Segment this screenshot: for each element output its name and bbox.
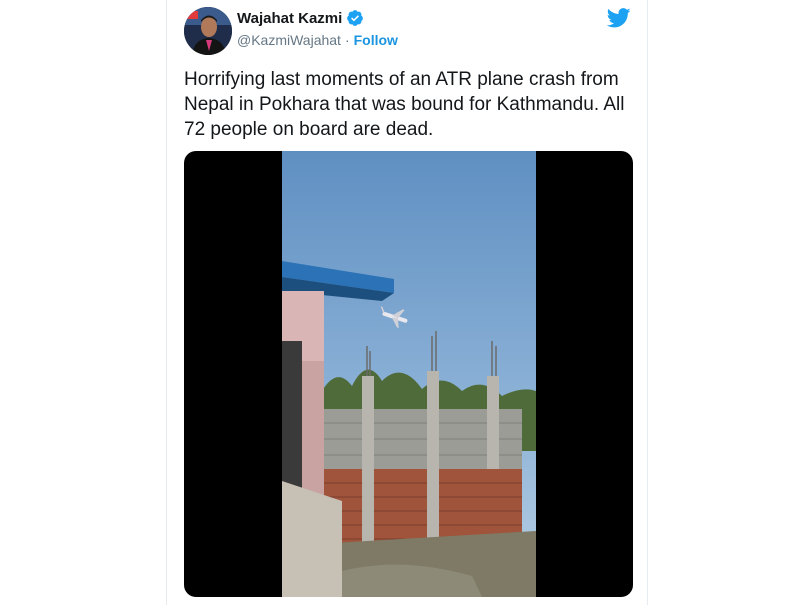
verified-badge-icon xyxy=(347,10,364,26)
separator-dot: · xyxy=(344,32,350,48)
author-name[interactable]: Wajahat Kazmi xyxy=(237,10,342,27)
tweet-card: Wajahat Kazmi @KazmiWajahat · Follow Hor… xyxy=(166,0,648,605)
video-player[interactable] xyxy=(184,151,633,597)
twitter-bird-icon[interactable] xyxy=(607,8,631,28)
tweet-text: Horrifying last moments of an ATR plane … xyxy=(184,69,625,140)
author-handle[interactable]: @KazmiWajahat xyxy=(237,32,341,48)
follow-button[interactable]: Follow xyxy=(354,32,398,48)
avatar[interactable] xyxy=(184,7,232,55)
video-frame xyxy=(282,151,536,597)
